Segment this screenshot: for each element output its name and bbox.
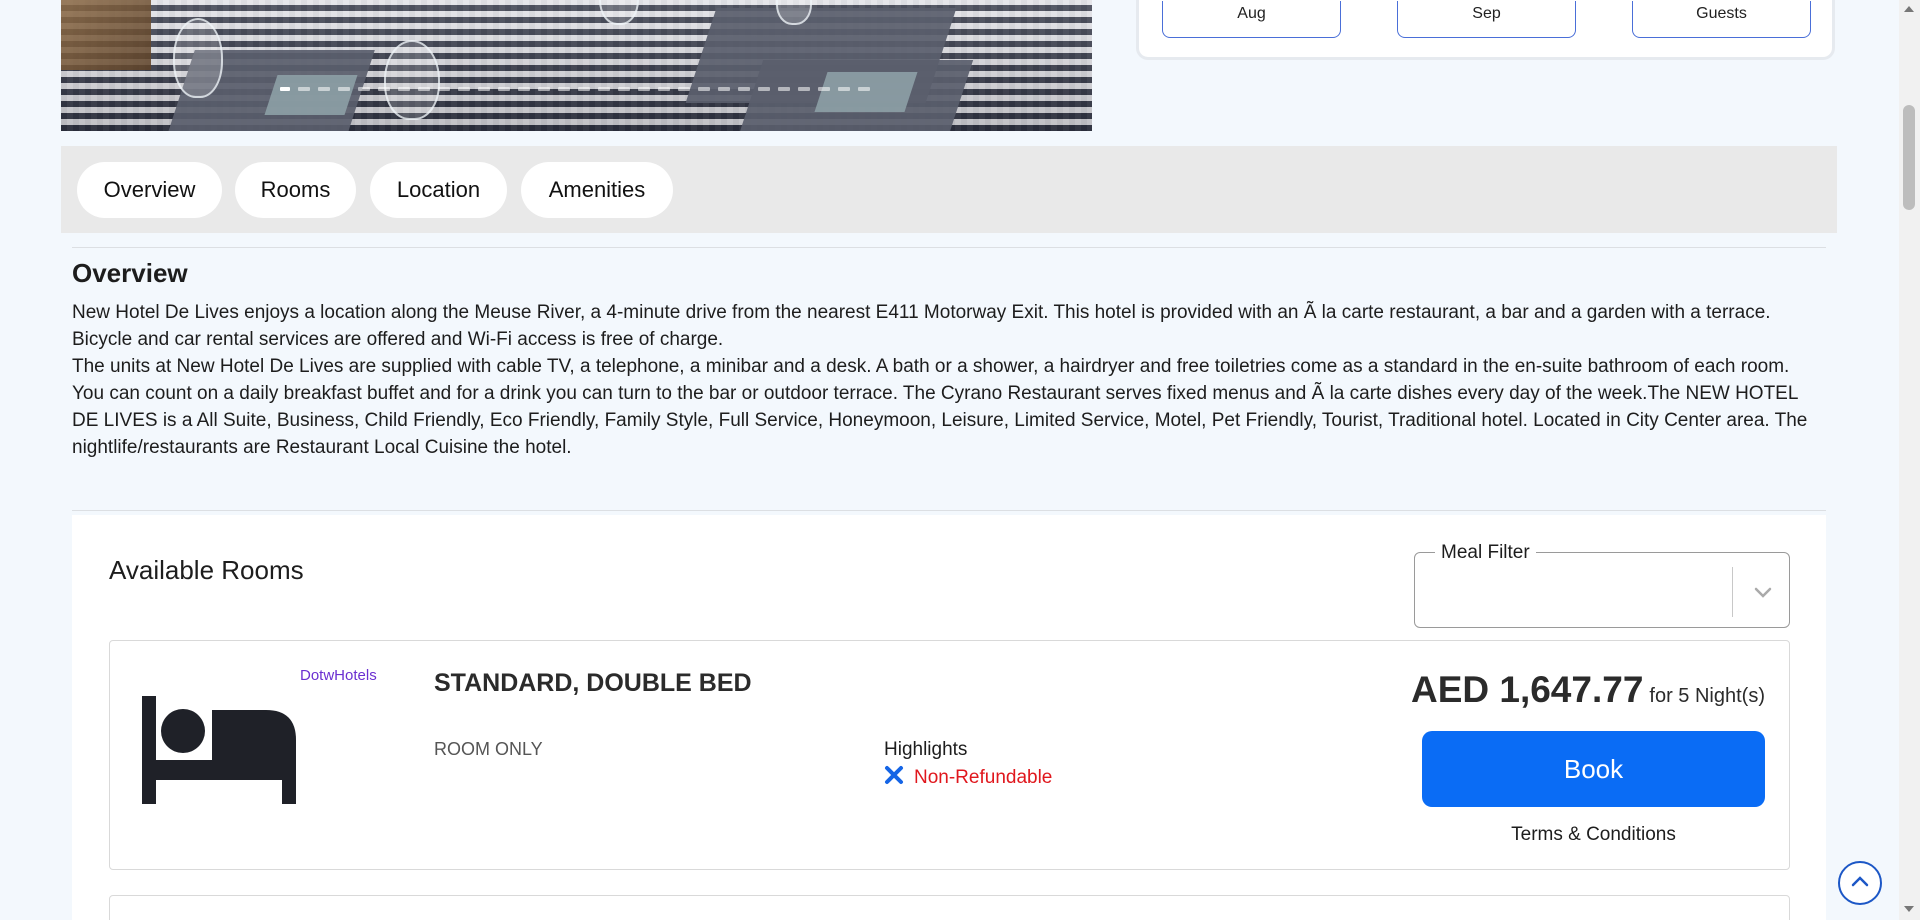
gallery-photo-detail (384, 40, 440, 120)
gallery-dot[interactable] (378, 87, 390, 91)
gallery-dot[interactable] (598, 87, 610, 91)
overview-section: Overview New Hotel De Lives enjoys a loc… (72, 247, 1826, 511)
gallery-dot[interactable] (738, 87, 750, 91)
gallery-pagination (280, 87, 870, 91)
gallery-dot[interactable] (298, 87, 310, 91)
gallery-dot[interactable] (798, 87, 810, 91)
checkout-date-field[interactable]: Sep (1397, 1, 1576, 38)
gallery-dot[interactable] (418, 87, 430, 91)
room-board-type: ROOM ONLY (434, 739, 543, 759)
gallery-dot[interactable] (338, 87, 350, 91)
gallery-dot[interactable] (478, 87, 490, 91)
gallery-dot[interactable] (718, 87, 730, 91)
page-scrollbar[interactable] (1899, 0, 1920, 920)
room-card (109, 895, 1790, 920)
tab-rooms[interactable]: Rooms (235, 162, 356, 218)
close-x-icon (884, 765, 904, 791)
gallery-dot[interactable] (838, 87, 850, 91)
room-price: AED 1,647.77 for 5 Night(s) (1411, 669, 1765, 711)
bed-icon (142, 696, 296, 809)
gallery-dot[interactable] (778, 87, 790, 91)
gallery-dot[interactable] (758, 87, 770, 91)
gallery-dot[interactable] (638, 87, 650, 91)
gallery-dot[interactable] (658, 87, 670, 91)
gallery-photo-detail (264, 75, 358, 115)
gallery-dot[interactable] (280, 87, 290, 91)
price-amount: AED 1,647.77 (1410, 669, 1644, 710)
guests-field[interactable]: Guests (1632, 1, 1811, 38)
gallery-dot[interactable] (358, 87, 370, 91)
overview-paragraph: You can count on a daily breakfast buffe… (72, 383, 1808, 458)
supplier-name: DotwHotels (300, 667, 377, 684)
gallery-dot[interactable] (678, 87, 690, 91)
scroll-thumb[interactable] (1903, 105, 1915, 210)
highlights-label: Highlights (884, 739, 968, 760)
hotel-photo-gallery[interactable] (61, 0, 1092, 131)
highlight-item: Non-Refundable (884, 765, 1052, 791)
gallery-dot[interactable] (618, 87, 630, 91)
meal-filter-select[interactable]: Meal Filter (1414, 542, 1790, 628)
booking-search-card: Aug Sep Guests (1136, 0, 1835, 60)
available-rooms-section: Available Rooms Meal Filter DotwHotels S… (72, 515, 1826, 920)
chevron-down-icon[interactable] (1749, 579, 1777, 607)
gallery-dot[interactable] (438, 87, 450, 91)
hotel-section-tabs: Overview Rooms Location Amenities (61, 146, 1837, 233)
room-name: STANDARD, DOUBLE BED (434, 669, 752, 697)
overview-paragraph: The units at New Hotel De Lives are supp… (72, 356, 1790, 377)
terms-conditions-link[interactable]: Terms & Conditions (1422, 824, 1765, 846)
available-rooms-title: Available Rooms (109, 555, 304, 585)
gallery-dot[interactable] (398, 87, 410, 91)
scroll-up-arrow[interactable] (1904, 6, 1914, 12)
gallery-dot[interactable] (538, 87, 550, 91)
gallery-dot[interactable] (498, 87, 510, 91)
chevron-up-icon (1851, 874, 1869, 892)
gallery-dot[interactable] (518, 87, 530, 91)
gallery-dot[interactable] (858, 87, 870, 91)
room-card: DotwHotels STANDARD, DOUBLE BED ROOM ONL… (109, 640, 1790, 870)
gallery-photo-detail (173, 18, 223, 98)
gallery-photo-detail (814, 72, 918, 112)
back-to-top-button[interactable] (1838, 861, 1882, 905)
gallery-dot[interactable] (558, 87, 570, 91)
gallery-dot[interactable] (458, 87, 470, 91)
gallery-photo-detail (61, 0, 151, 70)
meal-filter-label: Meal Filter (1435, 542, 1536, 564)
tab-location[interactable]: Location (370, 162, 507, 218)
scroll-down-arrow[interactable] (1904, 906, 1914, 912)
gallery-photo-detail (599, 0, 639, 25)
gallery-dot[interactable] (318, 87, 330, 91)
overview-paragraph: New Hotel De Lives enjoys a location alo… (72, 302, 1771, 350)
non-refundable-label: Non-Refundable (914, 767, 1053, 788)
tab-overview[interactable]: Overview (77, 162, 222, 218)
gallery-dot[interactable] (578, 87, 590, 91)
meal-filter-divider (1732, 567, 1733, 617)
price-nights: for 5 Night(s) (1649, 685, 1765, 707)
checkin-date-field[interactable]: Aug (1162, 1, 1341, 38)
overview-title: Overview (72, 258, 188, 288)
tab-amenities[interactable]: Amenities (521, 162, 673, 218)
book-button[interactable]: Book (1422, 731, 1765, 807)
gallery-dot[interactable] (698, 87, 710, 91)
gallery-dot[interactable] (818, 87, 830, 91)
